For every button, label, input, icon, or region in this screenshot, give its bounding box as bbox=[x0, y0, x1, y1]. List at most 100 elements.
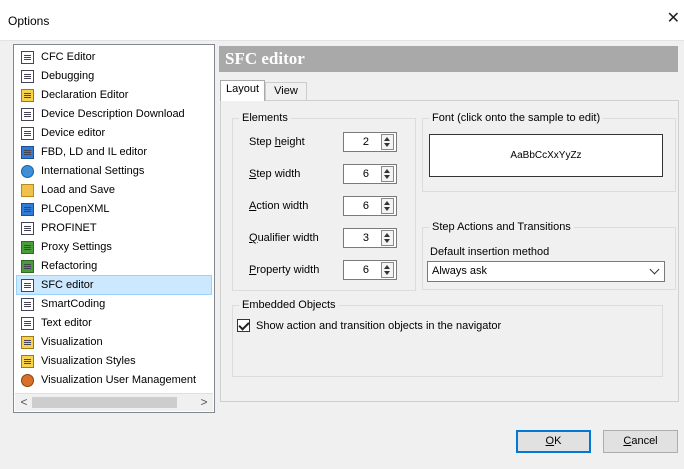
text-editor-icon bbox=[21, 316, 34, 330]
horizontal-scrollbar[interactable]: < > bbox=[15, 393, 213, 411]
tree-item-plcopenxml[interactable]: PLCopenXML bbox=[17, 200, 211, 218]
tree-item-proxy-settings[interactable]: Proxy Settings bbox=[17, 238, 211, 256]
device-description-icon bbox=[21, 107, 34, 121]
panel-title: SFC editor bbox=[225, 49, 305, 68]
scroll-thumb[interactable] bbox=[32, 397, 177, 408]
tree-item-refactoring[interactable]: Refactoring bbox=[17, 257, 211, 275]
chevron-down-icon[interactable] bbox=[649, 264, 660, 275]
property-width-spinner[interactable]: 6 bbox=[343, 260, 397, 280]
tree-item-label: PROFINET bbox=[41, 222, 97, 234]
spin-up-icon[interactable] bbox=[384, 169, 390, 173]
insertion-method-select[interactable]: Always ask bbox=[427, 261, 665, 282]
tree-item-label: Text editor bbox=[41, 317, 92, 329]
tree-item-text-editor[interactable]: Text editor bbox=[17, 314, 211, 332]
show-objects-label[interactable]: Show action and transition objects in th… bbox=[256, 320, 501, 332]
tree-item-label: Refactoring bbox=[41, 260, 98, 272]
property-width-label: Property width bbox=[249, 264, 320, 276]
spin-up-icon[interactable] bbox=[384, 265, 390, 269]
spin-up-icon[interactable] bbox=[384, 201, 390, 205]
step-height-spinner[interactable]: 2 bbox=[343, 132, 397, 152]
tree-item-device-description-download[interactable]: Device Description Download bbox=[17, 105, 211, 123]
spin-down-icon[interactable] bbox=[384, 175, 390, 179]
spin-down-icon[interactable] bbox=[384, 143, 390, 147]
insertion-method-label: Default insertion method bbox=[430, 246, 550, 258]
spinner-value: 3 bbox=[362, 232, 369, 244]
spin-down-icon[interactable] bbox=[384, 239, 390, 243]
cancel-button[interactable]: Cancel bbox=[603, 430, 678, 453]
tree-item-label: FBD, LD and IL editor bbox=[41, 146, 147, 158]
spinner-buttons[interactable] bbox=[381, 230, 394, 246]
font-sample[interactable]: AaBbCcXxYyZz bbox=[429, 134, 663, 177]
show-objects-checkbox[interactable] bbox=[237, 319, 250, 332]
tree-item-smartcoding[interactable]: SmartCoding bbox=[17, 295, 211, 313]
step-width-spinner[interactable]: 6 bbox=[343, 164, 397, 184]
spinner-buttons[interactable] bbox=[381, 134, 394, 150]
tree-item-profinet[interactable]: PROFINET bbox=[17, 219, 211, 237]
close-icon[interactable]: ✕ bbox=[667, 11, 680, 27]
spinner-value: 6 bbox=[362, 200, 369, 212]
spin-up-icon[interactable] bbox=[384, 233, 390, 237]
spinner-buttons[interactable] bbox=[381, 198, 394, 214]
tree-item-label: Load and Save bbox=[41, 184, 116, 196]
ok-button[interactable]: OK bbox=[516, 430, 591, 453]
tab-view[interactable]: View bbox=[265, 82, 307, 101]
tree-item-label: Declaration Editor bbox=[41, 89, 129, 101]
spin-up-icon[interactable] bbox=[384, 137, 390, 141]
visualization-icon bbox=[21, 335, 34, 349]
step-actions-legend: Step Actions and Transitions bbox=[432, 221, 571, 233]
tree-item-label: Visualization bbox=[41, 336, 103, 348]
tree-item-label: CFC Editor bbox=[41, 51, 96, 63]
spin-down-icon[interactable] bbox=[384, 271, 390, 275]
spinner-value: 6 bbox=[362, 168, 369, 180]
tree-item-label: Visualization User Management bbox=[41, 374, 197, 386]
tree-item-debugging[interactable]: Debugging bbox=[17, 67, 211, 85]
tree-item-cfc-editor[interactable]: CFC Editor bbox=[17, 48, 211, 66]
tree-item-device-editor[interactable]: Device editor bbox=[17, 124, 211, 142]
spinner-buttons[interactable] bbox=[381, 262, 394, 278]
tree-item-label: Device editor bbox=[41, 127, 106, 139]
plcopenxml-icon bbox=[21, 202, 34, 216]
debugging-icon bbox=[21, 69, 34, 83]
tree-item-label: Visualization Styles bbox=[41, 355, 136, 367]
tree-item-visualization-user-management[interactable]: Visualization User Management bbox=[17, 371, 211, 389]
insertion-method-value: Always ask bbox=[432, 265, 488, 277]
tree-item-label: Proxy Settings bbox=[41, 241, 112, 253]
user-management-icon bbox=[21, 373, 34, 387]
embedded-objects-group: Embedded Objects bbox=[232, 299, 663, 377]
tree-item-load-and-save[interactable]: Load and Save bbox=[17, 181, 211, 199]
fbd-ld-il-icon bbox=[21, 145, 34, 159]
qualifier-width-spinner[interactable]: 3 bbox=[343, 228, 397, 248]
tree-item-fbd-ld-il-editor[interactable]: FBD, LD and IL editor bbox=[17, 143, 211, 161]
sfc-editor-icon bbox=[21, 278, 34, 292]
category-tree[interactable]: CFC Editor Debugging Declaration Editor … bbox=[13, 44, 215, 413]
spin-down-icon[interactable] bbox=[384, 207, 390, 211]
tree-item-label: Device Description Download bbox=[41, 108, 185, 120]
tree-item-label: PLCopenXML bbox=[41, 203, 110, 215]
tree-item-sfc-editor[interactable]: SFC editor bbox=[16, 275, 212, 295]
tree-item-label: Debugging bbox=[41, 70, 95, 82]
title-bar: Options ✕ bbox=[0, 0, 684, 41]
tree-item-international-settings[interactable]: International Settings bbox=[17, 162, 211, 180]
tree-item-label: SmartCoding bbox=[41, 298, 106, 310]
scroll-right-icon[interactable]: > bbox=[197, 396, 211, 409]
refactoring-icon bbox=[21, 259, 34, 273]
elements-legend: Elements bbox=[242, 112, 288, 124]
folder-icon bbox=[21, 183, 34, 197]
tree-item-visualization[interactable]: Visualization bbox=[17, 333, 211, 351]
declaration-editor-icon bbox=[21, 88, 34, 102]
step-height-label: Step height bbox=[249, 136, 305, 148]
profinet-icon bbox=[21, 221, 34, 235]
smartcoding-icon bbox=[21, 297, 34, 311]
font-legend: Font (click onto the sample to edit) bbox=[432, 112, 601, 124]
tree-item-declaration-editor[interactable]: Declaration Editor bbox=[17, 86, 211, 104]
proxy-icon bbox=[21, 240, 34, 254]
tab-layout[interactable]: Layout bbox=[220, 80, 265, 101]
globe-icon bbox=[21, 164, 34, 178]
tree-item-label: SFC editor bbox=[41, 279, 94, 291]
scroll-left-icon[interactable]: < bbox=[17, 396, 31, 409]
tree-item-visualization-styles[interactable]: Visualization Styles bbox=[17, 352, 211, 370]
action-width-spinner[interactable]: 6 bbox=[343, 196, 397, 216]
visualization-styles-icon bbox=[21, 354, 34, 368]
spinner-buttons[interactable] bbox=[381, 166, 394, 182]
cfc-editor-icon bbox=[21, 50, 34, 64]
